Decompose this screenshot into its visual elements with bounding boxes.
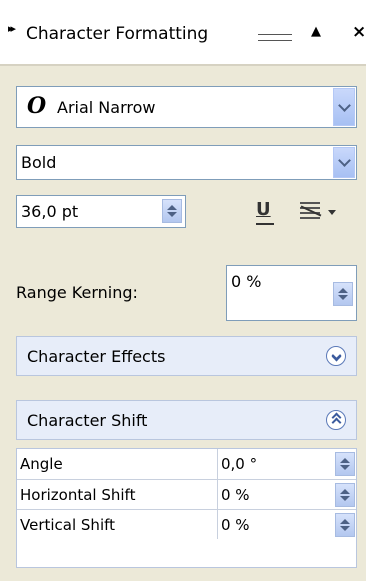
chevron-down-icon[interactable] xyxy=(333,147,355,178)
increment-icon[interactable] xyxy=(167,205,177,210)
table-row[interactable]: Angle 0,0 ° xyxy=(17,449,356,479)
character-shift-header[interactable]: Character Shift xyxy=(16,400,357,440)
strikethrough-button[interactable] xyxy=(300,199,336,225)
font-family-value: Arial Narrow xyxy=(57,98,156,117)
collapse-icon[interactable] xyxy=(326,410,346,430)
font-family-dropdown[interactable]: O Arial Narrow xyxy=(16,86,357,128)
underline-button[interactable]: U xyxy=(254,199,278,225)
docker-title: Character Formatting xyxy=(26,24,209,44)
expand-icon[interactable] xyxy=(326,346,346,366)
increment-icon[interactable] xyxy=(340,519,350,524)
character-shift-grid: Angle 0,0 ° Horizontal Shift 0 % Vertica… xyxy=(16,448,357,568)
table-row[interactable]: Vertical Shift 0 % xyxy=(17,509,356,539)
grip-lines[interactable] xyxy=(258,34,292,41)
angle-stepper[interactable] xyxy=(335,452,355,476)
decrement-icon[interactable] xyxy=(338,295,348,300)
vertical-shift-stepper[interactable] xyxy=(335,513,355,537)
range-kerning-input[interactable]: 0 % xyxy=(226,265,357,321)
chevron-down-icon[interactable] xyxy=(333,88,355,126)
increment-icon[interactable] xyxy=(340,489,350,494)
font-size-input[interactable]: 36,0 pt xyxy=(16,195,186,228)
titlebar-divider xyxy=(0,64,366,66)
vertical-shift-value[interactable]: 0 % xyxy=(221,516,250,534)
font-style-value: Bold xyxy=(21,153,57,172)
character-effects-header[interactable]: Character Effects xyxy=(16,336,357,376)
font-style-dropdown[interactable]: Bold xyxy=(16,145,357,180)
range-kerning-stepper[interactable] xyxy=(333,282,353,306)
dropdown-arrow-icon[interactable] xyxy=(328,210,336,215)
font-size-value: 36,0 pt xyxy=(21,202,79,221)
angle-value[interactable]: 0,0 ° xyxy=(221,455,257,473)
double-arrow-icon[interactable]: ▸▸ xyxy=(8,22,16,35)
decrement-icon[interactable] xyxy=(340,465,350,470)
opentype-font-icon: O xyxy=(27,93,47,119)
decrement-icon[interactable] xyxy=(340,496,350,501)
increment-icon[interactable] xyxy=(340,458,350,463)
table-row[interactable]: Horizontal Shift 0 % xyxy=(17,479,356,509)
range-kerning-label: Range Kerning: xyxy=(16,283,138,302)
close-icon[interactable]: × xyxy=(352,22,366,42)
character-shift-title: Character Shift xyxy=(27,411,148,430)
underline-icon: U xyxy=(256,199,271,220)
vertical-shift-label: Vertical Shift xyxy=(20,516,116,534)
increment-icon[interactable] xyxy=(338,288,348,293)
triangle-up-icon[interactable]: ▲ xyxy=(311,24,321,39)
decrement-icon[interactable] xyxy=(340,526,350,531)
range-kerning-value: 0 % xyxy=(231,272,262,291)
horizontal-shift-value[interactable]: 0 % xyxy=(221,486,250,504)
angle-label: Angle xyxy=(20,455,63,473)
horizontal-shift-label: Horizontal Shift xyxy=(20,486,136,504)
docker-titlebar[interactable]: ▸▸ Character Formatting ▲ × xyxy=(0,0,366,64)
character-effects-title: Character Effects xyxy=(27,347,166,366)
decrement-icon[interactable] xyxy=(167,212,177,217)
font-size-stepper[interactable] xyxy=(162,199,182,223)
horizontal-shift-stepper[interactable] xyxy=(335,483,355,507)
